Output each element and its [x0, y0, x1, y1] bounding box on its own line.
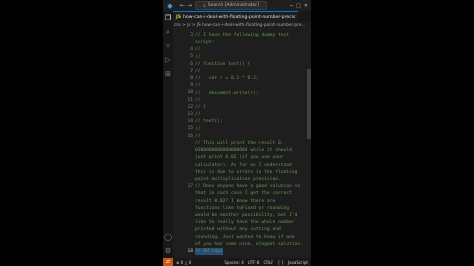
code-line: //	[195, 112, 201, 118]
code-line: //	[195, 54, 201, 60]
remote-indicator-icon[interactable]: ⇄	[163, 258, 173, 266]
line-number: 14	[187, 119, 193, 125]
code-line: point multiplication precision.	[195, 177, 281, 182]
search-icon: ⌕	[203, 3, 206, 9]
code-line: rounding. Just wanted to know if one	[195, 234, 295, 240]
extensions-icon[interactable]: ⊞	[163, 67, 173, 81]
status-bar: ⇄ ⊗ 0 △ 0 Spaces: 4 UTF-8 CRLF { } JavaS…	[163, 258, 311, 266]
code-line: //	[195, 83, 201, 89]
indentation-status[interactable]: Spaces: 4	[224, 260, 243, 265]
code-line: //	[195, 126, 201, 132]
code-line: 0300000000000000004 while it should	[195, 148, 292, 154]
code-line: //	[195, 47, 201, 53]
tab-label: how-can-i-deal-with-floating-point-numbe…	[183, 14, 296, 20]
line-number: 8	[190, 76, 193, 81]
line-number: 10	[187, 90, 193, 96]
close-window-icon[interactable]: ✕	[304, 3, 308, 9]
code-line: // }	[195, 105, 207, 110]
code-line: result 0.02? I know there are	[195, 198, 276, 204]
code-line: that in such case I get the correct	[195, 191, 292, 197]
line-number: 12	[187, 104, 193, 110]
code-line: // document.write(r);	[195, 90, 259, 96]
language-mode[interactable]: JavaScript	[288, 260, 308, 265]
explorer-icon[interactable]: ❐	[163, 11, 173, 25]
status-right: Spaces: 4 UTF-8 CRLF { } JavaScript	[224, 260, 311, 265]
breadcrumb[interactable]: cro > js > JS how-can-i-deal-with-floati…	[173, 22, 311, 29]
code-area[interactable]: // I have the following dummy test script…	[195, 29, 307, 258]
code-line: // I have the following dummy test	[195, 33, 290, 38]
line-number: 4	[190, 47, 193, 53]
line-number: 9	[190, 83, 193, 89]
code-line: printed without any cutting and	[195, 227, 281, 233]
minimize-icon[interactable]: ─	[290, 3, 293, 9]
encoding-status[interactable]: UTF-8	[248, 260, 260, 265]
code-line: //	[195, 133, 201, 139]
code-line: calculator). As far as I understood	[195, 162, 292, 168]
line-number: 13	[187, 112, 193, 117]
tab-active-file[interactable]: JS how-can-i-deal-with-floating-point-nu…	[173, 10, 299, 23]
command-center-search[interactable]: ⌕ Search [Administrator]	[195, 1, 268, 10]
search-view-icon[interactable]: ⌕	[163, 25, 173, 39]
code-line: this is due to errors in the floating	[195, 169, 298, 175]
maximize-icon[interactable]: □	[296, 3, 301, 9]
line-number: 11	[187, 97, 193, 103]
line-number: 3	[190, 32, 193, 38]
line-number: 16	[187, 133, 193, 139]
vscode-window: ◆ ← → ⌕ Search [Administrator] ─ □ ✕ ❐ ⌕…	[163, 0, 311, 266]
line-number: 5	[190, 54, 193, 60]
run-debug-icon[interactable]: ▷	[163, 53, 173, 67]
line-number: 17	[187, 184, 193, 189]
scrollbar-thumb[interactable]	[307, 69, 311, 139]
code-line: // test();	[195, 119, 223, 125]
tab-bar: JS how-can-i-deal-with-floating-point-nu…	[173, 10, 311, 23]
code-line: // Does anyone have a good solution so	[195, 184, 301, 190]
javascript-file-icon: JS	[176, 14, 182, 20]
vertical-scrollbar[interactable]	[307, 29, 311, 258]
braces-status[interactable]: { }	[278, 260, 284, 265]
line-number: 6	[190, 61, 193, 67]
problems-count[interactable]: ⊗ 0 △ 0	[176, 260, 191, 265]
code-line: functions like toFixed or rounding	[195, 205, 290, 211]
eol-status[interactable]: CRLF	[263, 260, 273, 265]
search-label: Search [Administrator]	[207, 3, 259, 8]
line-number: 18	[187, 248, 193, 254]
code-line: would be another possibility, but I'd	[195, 213, 298, 218]
code-line: // This will print the result 0.	[195, 141, 284, 146]
code-line: just print 0.02 (if you use your	[195, 155, 284, 161]
code-line: //	[195, 69, 201, 74]
vscode-logo-icon: ◆	[167, 1, 173, 10]
title-bar: ◆ ← → ⌕ Search [Administrator] ─ □ ✕	[163, 0, 311, 11]
line-number: 15	[187, 126, 193, 132]
code-line: // var r = 0.1 * 0.2;	[195, 76, 259, 82]
line-number: 7	[190, 68, 193, 74]
code-line: //	[195, 97, 201, 103]
code-line: // GH copi	[195, 248, 223, 256]
nav-back-icon[interactable]: ←	[180, 2, 185, 9]
code-line: like to really have the whole number	[195, 220, 295, 226]
window-controls: ─ □ ✕	[290, 3, 311, 9]
code-line: of you has some nice, elegant solution.	[195, 241, 303, 247]
activity-bar: ❐ ⌕ ⑂ ▷ ⊞ ◯ ⚙	[163, 11, 173, 258]
source-control-icon[interactable]: ⑂	[163, 39, 173, 53]
account-icon[interactable]: ◯	[163, 230, 173, 244]
line-number-gutter: 3 4 5 6 7 8 9 10 11 12 13 14 15 16 17 18	[173, 29, 195, 258]
settings-gear-icon[interactable]: ⚙	[163, 244, 173, 258]
code-line: script:	[195, 40, 215, 46]
code-line: // function test() {	[195, 61, 251, 67]
nav-forward-icon[interactable]: →	[187, 2, 192, 9]
breadcrumb-path: cro > js > JS how-can-i-deal-with-floati…	[174, 23, 306, 28]
